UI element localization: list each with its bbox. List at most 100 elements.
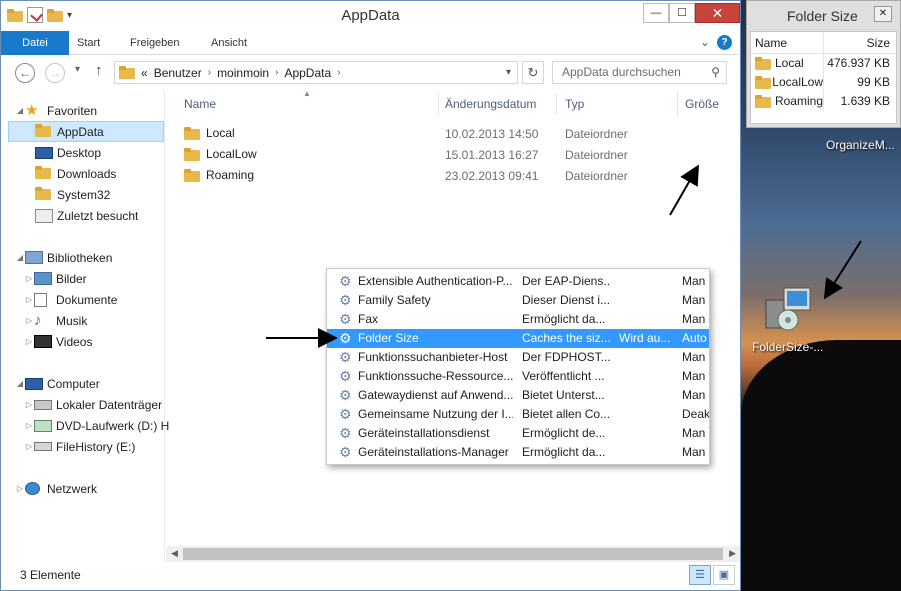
up-button[interactable]: ↑	[95, 62, 103, 79]
collapse-icon[interactable]: ◢	[15, 379, 25, 388]
expand-icon[interactable]: ▷	[24, 337, 34, 346]
nav-item-recent-places[interactable]: Zuletzt besucht	[35, 205, 138, 226]
tab-view[interactable]: Ansicht	[211, 31, 247, 55]
search-icon[interactable]: ⚲	[711, 62, 720, 83]
service-gear-icon: ⚙	[339, 368, 352, 384]
nav-label: Bibliotheken	[47, 250, 113, 265]
nav-item-system32[interactable]: System32	[35, 184, 110, 205]
nav-label: Musik	[56, 313, 88, 328]
forward-button[interactable]: →	[45, 63, 65, 83]
address-dropdown-icon[interactable]: ▾	[506, 67, 511, 78]
file-row[interactable]: Local 10.02.2013 14:50 Dateiordner	[176, 123, 726, 144]
nav-computer[interactable]: ◢ Computer	[15, 373, 100, 394]
expand-icon[interactable]: ▷	[24, 421, 34, 430]
service-name: Funktionssuche-Ressource...	[358, 369, 513, 383]
folder-size-col-name[interactable]: Name	[751, 32, 824, 53]
expand-icon[interactable]: ▷	[24, 316, 34, 325]
breadcrumb-separator-icon[interactable]: ›	[337, 67, 340, 78]
nav-network[interactable]: ▷ Netzwerk	[15, 478, 97, 499]
search-input[interactable]: AppData durchsuchen ⚲	[552, 61, 727, 84]
expand-icon[interactable]: ▷	[15, 484, 25, 493]
breadcrumb-item[interactable]: moinmoin	[217, 66, 269, 80]
column-header-size[interactable]: Größe	[685, 91, 719, 117]
large-icons-view-button[interactable]: ▣	[713, 565, 735, 585]
service-row-selected[interactable]: ⚙ Folder Size Caches the siz... Wird au.…	[327, 329, 709, 348]
installer-icon[interactable]	[760, 286, 820, 334]
music-icon: ♪	[34, 311, 42, 329]
maximize-button[interactable]: ☐	[669, 3, 695, 23]
nav-label: Dokumente	[56, 292, 118, 307]
scroll-right-icon[interactable]: ▶	[729, 548, 736, 559]
nav-item-videos[interactable]: ▷ Videos	[24, 331, 93, 352]
service-gear-icon: ⚙	[339, 349, 352, 365]
service-description: Ermöglicht da...	[522, 312, 606, 326]
service-row[interactable]: ⚙ Gemeinsame Nutzung der I... Bietet all…	[327, 405, 709, 424]
service-row[interactable]: ⚙ Family Safety Dieser Dienst i... Man	[327, 291, 709, 310]
refresh-button[interactable]: ↻	[522, 61, 544, 84]
close-button[interactable]: ✕	[695, 3, 740, 23]
column-header-name[interactable]: Name	[184, 91, 216, 117]
recent-locations-icon[interactable]: ▾	[75, 64, 80, 75]
folder-size-row[interactable]: LocalLow 99 KB	[751, 73, 896, 92]
service-row[interactable]: ⚙ Geräteinstallations-Manager Ermöglicht…	[327, 443, 709, 462]
documents-icon	[34, 292, 47, 307]
back-button[interactable]: ←	[15, 63, 35, 83]
expand-ribbon-icon[interactable]: ⌄	[700, 35, 710, 49]
nav-item-downloads[interactable]: Downloads	[35, 163, 116, 184]
service-row[interactable]: ⚙ Funktionssuche-Ressource... Veröffentl…	[327, 367, 709, 386]
breadcrumb-item[interactable]: Benutzer	[154, 66, 202, 80]
nav-item-documents[interactable]: ▷ Dokumente	[24, 289, 117, 310]
address-bar-row: ← → ▾ ↑ « Benutzer › moinmoin › AppData …	[1, 55, 740, 91]
breadcrumb-item[interactable]: AppData	[284, 66, 331, 80]
collapse-icon[interactable]: ◢	[15, 106, 25, 115]
file-row[interactable]: LocalLow 15.01.2013 16:27 Dateiordner	[176, 144, 726, 165]
folder-size-close-button[interactable]: ✕	[874, 6, 892, 22]
tab-share[interactable]: Freigeben	[130, 31, 180, 55]
title-bar[interactable]: ▾ AppData — ☐ ✕	[1, 1, 740, 31]
service-row[interactable]: ⚙ Gatewaydienst auf Anwend... Bietet Unt…	[327, 386, 709, 405]
scroll-left-icon[interactable]: ◀	[171, 548, 178, 559]
help-icon[interactable]: ?	[717, 35, 732, 50]
service-row[interactable]: ⚙ Geräteinstallationsdienst Ermöglicht d…	[327, 424, 709, 443]
tab-home[interactable]: Start	[77, 31, 100, 55]
folder-size-row[interactable]: Roaming 1.639 KB	[751, 92, 896, 111]
address-field[interactable]: « Benutzer › moinmoin › AppData › ▾	[114, 61, 518, 84]
nav-item-desktop[interactable]: Desktop	[35, 142, 101, 163]
nav-label: Downloads	[57, 166, 117, 181]
scrollbar-thumb[interactable]	[183, 548, 723, 560]
collapse-icon[interactable]: ◢	[15, 253, 25, 262]
tab-file[interactable]: Datei	[1, 31, 69, 55]
folder-size-row[interactable]: Local 476.937 KB	[751, 54, 896, 73]
expand-icon[interactable]: ▷	[24, 295, 34, 304]
nav-item-pictures[interactable]: ▷ Bilder	[24, 268, 87, 289]
service-row[interactable]: ⚙ Extensible Authentication-P... Der EAP…	[327, 272, 709, 291]
nav-item-local-disk[interactable]: ▷ Lokaler Datenträger	[24, 394, 162, 415]
file-type: Dateiordner	[565, 127, 628, 141]
breadcrumb-separator-icon[interactable]: ›	[275, 67, 278, 78]
nav-item-music[interactable]: ▷ ♪ Musik	[24, 310, 87, 331]
breadcrumb-overflow[interactable]: «	[141, 66, 148, 80]
nav-favorites[interactable]: ◢ ★ Favoriten	[15, 100, 97, 121]
dvd-drive-icon	[34, 419, 52, 432]
folder-icon	[755, 95, 771, 108]
nav-item-filehistory[interactable]: ▷ FileHistory (E:)	[24, 436, 135, 457]
column-header-date[interactable]: Änderungsdatum	[445, 91, 536, 117]
expand-icon[interactable]: ▷	[24, 274, 34, 283]
details-view-button[interactable]: ☰	[689, 565, 711, 585]
minimize-button[interactable]: —	[643, 3, 669, 23]
expand-icon[interactable]: ▷	[24, 400, 34, 409]
horizontal-scrollbar[interactable]: ◀ ▶	[166, 546, 740, 562]
installer-label[interactable]: FolderSize-...	[752, 340, 823, 354]
column-header-type[interactable]: Typ	[565, 91, 584, 117]
file-row[interactable]: Roaming 23.02.2013 09:41 Dateiordner	[176, 165, 726, 186]
folder-size-col-size[interactable]: Size	[824, 32, 896, 53]
nav-libraries[interactable]: ◢ Bibliotheken	[15, 247, 112, 268]
nav-item-dvd-drive[interactable]: ▷ DVD-Laufwerk (D:) H	[24, 415, 169, 436]
service-row[interactable]: ⚙ Funktionssuchanbieter-Host Der FDPHOST…	[327, 348, 709, 367]
breadcrumb-separator-icon[interactable]: ›	[208, 67, 211, 78]
nav-item-appdata[interactable]: AppData	[8, 121, 164, 142]
expand-icon[interactable]: ▷	[24, 442, 34, 451]
desktop-item-label[interactable]: OrganizeM...	[826, 138, 895, 152]
service-description: Bietet Unterst...	[522, 388, 605, 402]
service-row[interactable]: ⚙ Fax Ermöglicht da... Man	[327, 310, 709, 329]
